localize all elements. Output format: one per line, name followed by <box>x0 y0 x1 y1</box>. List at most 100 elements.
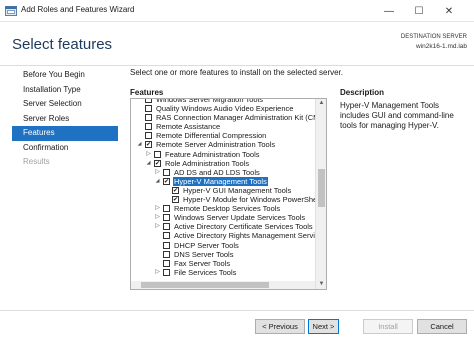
feature-label[interactable]: Feature Administration Tools <box>164 150 261 159</box>
scroll-up-icon[interactable]: ▲ <box>316 99 327 108</box>
features-tree-content: Windows Server Migration Tools Quality Wi… <box>131 99 326 277</box>
description-heading: Description <box>340 88 385 97</box>
feature-label[interactable]: Remote Differential Compression <box>155 131 267 140</box>
feature-row[interactable]: Hyper-V Module for Windows PowerShell <box>131 195 321 204</box>
feature-row[interactable]: AD DS and AD LDS Tools <box>131 168 317 177</box>
feature-row[interactable]: Hyper-V GUI Management Tools <box>131 186 317 195</box>
feature-row[interactable]: RAS Connection Manager Administration Ki… <box>131 113 326 122</box>
wizard-app-icon <box>5 6 17 16</box>
close-button[interactable]: ✕ <box>434 0 464 22</box>
feature-row[interactable]: Remote Assistance <box>131 122 317 131</box>
tree-horizontal-scrollbar[interactable] <box>131 281 315 289</box>
feature-checkbox[interactable] <box>163 259 170 267</box>
nav-item-confirmation[interactable]: Confirmation <box>12 141 118 156</box>
feature-row[interactable]: Fax Server Tools <box>131 259 317 268</box>
feature-label[interactable]: Active Directory Certificate Services To… <box>173 222 314 231</box>
feature-label[interactable]: Quality Windows Audio Video Experience <box>155 104 294 113</box>
feature-checkbox[interactable] <box>163 168 170 176</box>
feature-checkbox[interactable] <box>163 223 170 231</box>
nav-item-server-roles[interactable]: Server Roles <box>12 112 118 127</box>
description-text: Hyper-V Management Tools includes GUI an… <box>340 101 454 130</box>
features-tree[interactable]: Windows Server Migration Tools Quality Wi… <box>130 98 327 290</box>
scroll-down-icon[interactable]: ▼ <box>316 280 327 289</box>
feature-row[interactable]: Quality Windows Audio Video Experience <box>131 104 317 113</box>
expand-arrow-icon[interactable] <box>154 223 161 230</box>
feature-checkbox[interactable] <box>172 196 179 204</box>
feature-checkbox[interactable] <box>163 241 170 249</box>
collapse-arrow-icon[interactable] <box>136 141 143 148</box>
destination-server-label: DESTINATION SERVER <box>400 34 467 40</box>
feature-checkbox[interactable] <box>145 141 152 149</box>
feature-checkbox[interactable] <box>163 268 170 276</box>
previous-button[interactable]: < Previous <box>255 319 305 334</box>
feature-row[interactable]: DHCP Server Tools <box>131 241 317 250</box>
feature-row[interactable]: Active Directory Certificate Services To… <box>131 222 317 231</box>
feature-label[interactable]: AD DS and AD LDS Tools <box>173 168 261 177</box>
next-button[interactable]: Next > <box>308 319 339 334</box>
feature-row[interactable]: DNS Server Tools <box>131 250 317 259</box>
expand-arrow-icon[interactable] <box>154 205 161 212</box>
collapse-arrow-icon[interactable] <box>145 160 152 167</box>
feature-checkbox[interactable] <box>163 214 170 222</box>
destination-server-value: win2k16-1.md.lab <box>416 43 467 50</box>
collapse-arrow-icon[interactable] <box>154 178 161 185</box>
feature-row[interactable]: Hyper-V Management Tools <box>131 176 317 186</box>
feature-row[interactable]: File Services Tools <box>131 268 317 277</box>
wizard-footer: < Previous Next > Install Cancel <box>0 310 474 338</box>
vertical-scroll-thumb[interactable] <box>318 169 325 207</box>
horizontal-scroll-thumb[interactable] <box>141 282 269 288</box>
expand-arrow-icon[interactable] <box>154 214 161 221</box>
feature-row[interactable]: Remote Differential Compression <box>131 131 317 140</box>
feature-checkbox[interactable] <box>154 159 161 167</box>
feature-checkbox[interactable] <box>154 150 161 158</box>
minimize-button[interactable]: — <box>374 0 404 22</box>
nav-item-features[interactable]: Features <box>12 126 118 141</box>
feature-label[interactable]: Remote Server Administration Tools <box>155 140 276 149</box>
feature-label[interactable]: RAS Connection Manager Administration Ki… <box>155 113 326 122</box>
feature-checkbox[interactable] <box>145 99 152 103</box>
feature-checkbox[interactable] <box>145 114 152 122</box>
feature-row[interactable]: Windows Server Update Services Tools <box>131 213 317 222</box>
feature-label[interactable]: Windows Server Update Services Tools <box>173 213 306 222</box>
nav-item-installation-type[interactable]: Installation Type <box>12 83 118 98</box>
feature-checkbox[interactable] <box>163 177 170 185</box>
cancel-button[interactable]: Cancel <box>417 319 467 334</box>
feature-row[interactable]: Feature Administration Tools <box>131 150 317 159</box>
instructions-text: Select one or more features to install o… <box>130 68 344 77</box>
feature-label[interactable]: DNS Server Tools <box>173 250 234 259</box>
feature-label[interactable]: Windows Server Migration Tools <box>155 99 264 104</box>
expand-arrow-icon[interactable] <box>154 269 161 276</box>
title-bar: Add Roles and Features Wizard — ☐ ✕ <box>0 0 474 22</box>
feature-checkbox[interactable] <box>163 250 170 258</box>
nav-item-server-selection[interactable]: Server Selection <box>12 97 118 112</box>
feature-checkbox[interactable] <box>145 132 152 140</box>
feature-label[interactable]: Role Administration Tools <box>164 159 250 168</box>
feature-checkbox[interactable] <box>163 205 170 213</box>
feature-label[interactable]: Hyper-V Management Tools <box>173 176 268 186</box>
nav-item-before-you-begin[interactable]: Before You Begin <box>12 68 118 83</box>
feature-label[interactable]: File Services Tools <box>173 268 237 277</box>
feature-checkbox[interactable] <box>145 123 152 131</box>
feature-row[interactable]: Active Directory Rights Management Servi… <box>131 231 326 240</box>
feature-label[interactable]: Remote Desktop Services Tools <box>173 204 281 213</box>
feature-label[interactable]: Hyper-V Module for Windows PowerShell <box>182 195 322 204</box>
page-title: Select features <box>12 36 113 53</box>
nav-item-results: Results <box>23 157 50 166</box>
window-title: Add Roles and Features Wizard <box>21 5 135 14</box>
feature-label[interactable]: Hyper-V GUI Management Tools <box>182 186 292 195</box>
feature-checkbox[interactable] <box>145 105 152 113</box>
feature-label[interactable]: DHCP Server Tools <box>173 241 240 250</box>
feature-label[interactable]: Active Directory Rights Management Servi… <box>173 231 326 240</box>
feature-label[interactable]: Fax Server Tools <box>173 259 231 268</box>
feature-row[interactable]: Remote Server Administration Tools <box>131 140 317 149</box>
feature-label[interactable]: Remote Assistance <box>155 122 221 131</box>
feature-row[interactable]: Role Administration Tools <box>131 159 317 168</box>
feature-checkbox[interactable] <box>172 186 179 194</box>
wizard-nav: Before You Begin Installation Type Server … <box>12 68 118 170</box>
tree-vertical-scrollbar[interactable]: ▲ ▼ <box>315 99 326 289</box>
feature-checkbox[interactable] <box>163 232 170 240</box>
feature-row[interactable]: Remote Desktop Services Tools <box>131 204 317 213</box>
expand-arrow-icon[interactable] <box>145 151 152 158</box>
maximize-button[interactable]: ☐ <box>404 0 434 22</box>
expand-arrow-icon[interactable] <box>154 169 161 176</box>
